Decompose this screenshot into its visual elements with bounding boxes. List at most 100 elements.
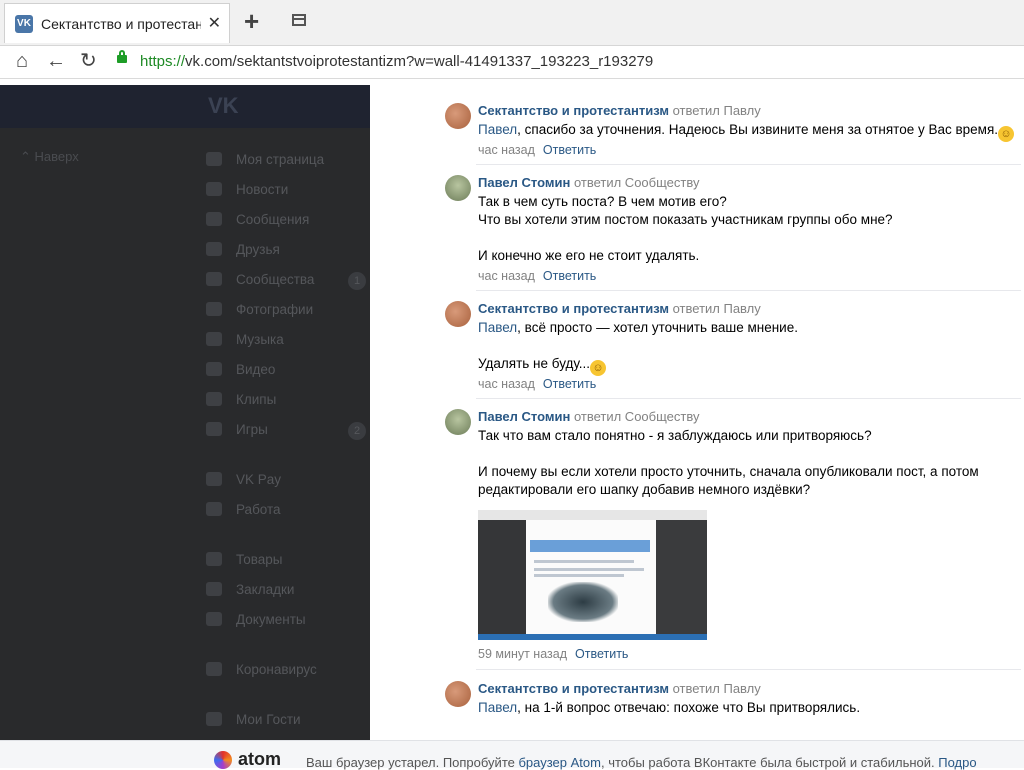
atom-browser-link[interactable]: браузер Atom: [518, 755, 601, 770]
comment-action: ответил Павлу: [672, 103, 761, 118]
smile-emoji-icon: ☺: [998, 126, 1015, 142]
sidebar-item[interactable]: Видео: [206, 362, 275, 384]
url-field[interactable]: https://vk.com/sektantstvoiprotestantizm…: [140, 53, 653, 70]
sidebar-item[interactable]: Закладки: [206, 582, 294, 604]
reply-button[interactable]: Ответить: [575, 647, 628, 661]
sidebar-item-icon: [206, 472, 222, 486]
home-icon[interactable]: ⌂: [16, 50, 28, 72]
back-icon[interactable]: ←: [46, 50, 66, 72]
sidebar-item[interactable]: Мои Гости: [206, 712, 301, 734]
sidebar-item[interactable]: Клипы: [206, 392, 276, 414]
sidebar-item[interactable]: Музыка: [206, 332, 284, 354]
comment-time[interactable]: час назад: [478, 269, 535, 283]
comment-action: ответил Павлу: [672, 301, 761, 316]
sidebar-item-label: Игры: [236, 422, 268, 437]
comment-text: Павел, спасибо за уточнения. Надеюсь Вы …: [478, 121, 1018, 142]
sidebar-item[interactable]: Сообщества 1: [206, 272, 366, 294]
more-link[interactable]: Подро: [938, 755, 976, 770]
sidebar-item-icon: [206, 302, 222, 316]
comment-action: ответил Сообществу: [573, 175, 700, 190]
sidebar-item[interactable]: Сообщения: [206, 212, 309, 234]
thumb-dark-sidebar: [478, 520, 526, 635]
tab-list-icon[interactable]: [292, 14, 306, 26]
sidebar-item-label: Моя страница: [236, 152, 325, 167]
sidebar-item-icon: [206, 582, 222, 596]
mention-link[interactable]: Павел: [478, 320, 517, 335]
comment-body: , на 1-й вопрос отвечаю: похоже что Вы п…: [517, 700, 861, 715]
divider: [476, 290, 1021, 291]
reply-button[interactable]: Ответить: [543, 143, 596, 157]
comment-text: Так в чем суть поста? В чем мотив его? Ч…: [478, 194, 893, 263]
comment-author[interactable]: Павел Стомин: [478, 175, 570, 190]
comment-meta: час назад Ответить: [478, 377, 596, 391]
avatar[interactable]: [445, 681, 471, 707]
vk-logo[interactable]: VK: [208, 93, 239, 119]
sidebar-item[interactable]: Друзья: [206, 242, 280, 264]
divider: [476, 398, 1021, 399]
comment-header: Павел Стомин ответил Сообществу: [478, 409, 699, 424]
tab-close-icon[interactable]: ✕: [208, 13, 221, 33]
sidebar-item-icon: [206, 152, 222, 166]
comment-time[interactable]: 59 минут назад: [478, 647, 567, 661]
thumb-highlight: [530, 540, 650, 552]
comment-author[interactable]: Сектантство и протестантизм: [478, 681, 669, 696]
sidebar-item-label: Фотографии: [236, 302, 314, 317]
browser-tab-bar: VK Сектантство и протестантиз ✕ +: [0, 0, 1024, 46]
thumb-photo: [548, 582, 618, 622]
browser-tab[interactable]: VK Сектантство и протестантиз ✕: [4, 3, 230, 43]
sidebar-item-label: Музыка: [236, 332, 284, 347]
reply-button[interactable]: Ответить: [543, 377, 596, 391]
comment-time[interactable]: час назад: [478, 143, 535, 157]
comment-meta: 59 минут назад Ответить: [478, 647, 628, 661]
comment-author[interactable]: Сектантство и протестантизм: [478, 103, 669, 118]
sidebar-item-icon: [206, 712, 222, 726]
comment-header: Павел Стомин ответил Сообществу: [478, 175, 699, 190]
reload-icon[interactable]: ↻: [80, 50, 97, 72]
mention-link[interactable]: Павел: [478, 700, 517, 715]
sidebar-item-label: Сообщения: [236, 212, 310, 227]
attached-screenshot-image[interactable]: [478, 510, 707, 640]
avatar[interactable]: [445, 301, 471, 327]
secure-lock-icon: [117, 50, 127, 63]
comment-body: , всё просто — хотел уточнить ваше мнени…: [517, 320, 798, 335]
comment-time[interactable]: час назад: [478, 377, 535, 391]
url-scheme: https://: [140, 53, 186, 70]
avatar[interactable]: [445, 175, 471, 201]
url-path: vk.com/sektantstvoiprotestantizm?w=wall-…: [185, 53, 654, 70]
atom-logo-icon: [214, 751, 232, 769]
sidebar-item[interactable]: Фотографии: [206, 302, 313, 324]
sidebar-item-badge: 2: [348, 422, 366, 440]
comment-author[interactable]: Сектантство и протестантизм: [478, 301, 669, 316]
new-tab-button[interactable]: +: [244, 6, 259, 36]
outdated-browser-banner: atom Ваш браузер устарел. Попробуйте бра…: [0, 740, 1024, 770]
sidebar-item-label: Новости: [236, 182, 289, 197]
back-to-top-label: Наверх: [34, 149, 79, 164]
sidebar-item[interactable]: Моя страница: [206, 152, 324, 174]
sidebar-item[interactable]: VK Pay: [206, 472, 281, 494]
address-bar: ⌂ ← ↻ https://vk.com/sektantstvoiprotest…: [0, 46, 1024, 79]
comment-author[interactable]: Павел Стомин: [478, 409, 570, 424]
comment-meta: час назад Ответить: [478, 143, 596, 157]
sidebar-item-label: Закладки: [236, 582, 295, 597]
sidebar-item[interactable]: Работа: [206, 502, 281, 524]
sidebar-item-label: Работа: [236, 502, 281, 517]
mention-link[interactable]: Павел: [478, 122, 517, 137]
sidebar-item[interactable]: Новости: [206, 182, 288, 204]
sidebar-item[interactable]: Коронавирус: [206, 662, 317, 684]
thumb-dark-right: [656, 520, 707, 635]
sidebar-item-icon: [206, 502, 222, 516]
thumb-taskbar: [478, 634, 707, 640]
avatar[interactable]: [445, 103, 471, 129]
comment-action: ответил Сообществу: [573, 409, 700, 424]
avatar[interactable]: [445, 409, 471, 435]
back-to-top-link[interactable]: ⌃ Наверх: [20, 149, 79, 165]
reply-button[interactable]: Ответить: [543, 269, 596, 283]
comments-thread: Сектантство и протестантизм ответил Павл…: [370, 85, 1024, 740]
comment-text: Так что вам стало понятно - я заблуждаюс…: [478, 428, 979, 497]
sidebar-item[interactable]: Товары: [206, 552, 282, 574]
vk-favicon-icon: VK: [15, 15, 33, 33]
sidebar-item[interactable]: Документы: [206, 612, 306, 634]
sidebar-item-badge: 1: [348, 272, 366, 290]
sidebar-item[interactable]: Игры 2: [206, 422, 366, 444]
comment-header: Сектантство и протестантизм ответил Павл…: [478, 681, 761, 696]
